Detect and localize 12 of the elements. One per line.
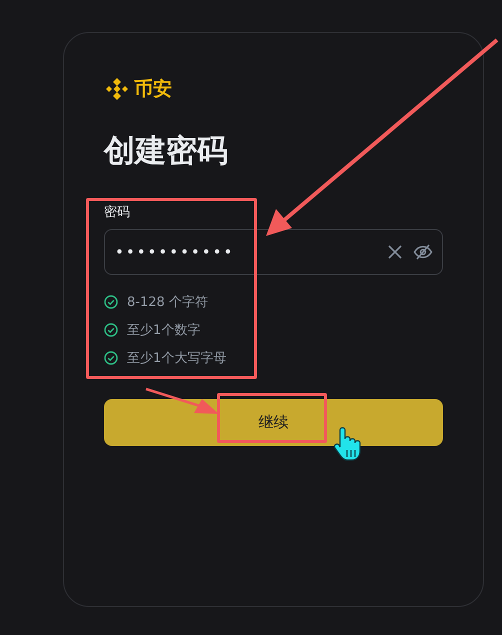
password-field[interactable]: ••••••••••• [104,229,443,275]
hand-cursor-icon [334,427,361,461]
page-title: 创建密码 [104,132,229,171]
eye-off-icon[interactable] [413,244,433,260]
logo-icon [104,76,130,102]
requirement-text: 至少1个大写字母 [127,350,226,367]
field-label: 密码 [104,205,130,221]
continue-button[interactable]: 继续 [104,399,443,446]
close-icon[interactable] [387,244,403,260]
brand-name: 币安 [134,77,172,102]
requirement-text: 至少1个数字 [127,322,200,339]
requirement-text: 8-128 个字符 [127,294,208,311]
